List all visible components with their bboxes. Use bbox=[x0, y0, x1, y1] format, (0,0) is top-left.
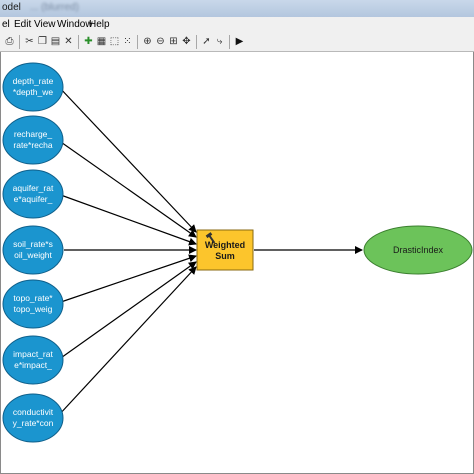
weighted-sum-tool[interactable]: Weighted Sum bbox=[196, 229, 254, 271]
input-label-line1: recharge_ bbox=[14, 129, 53, 139]
connector-arrow[interactable] bbox=[57, 85, 197, 233]
connector-arrow[interactable] bbox=[57, 139, 197, 238]
input-label-line1: topo_rate* bbox=[13, 293, 53, 303]
input-variable-soil[interactable]: soil_rate*s oil_weight bbox=[2, 225, 64, 275]
input-label-line1: soil_rate*s bbox=[13, 239, 53, 249]
tool-label-line1: Weighted bbox=[205, 240, 245, 250]
output-drastic-index[interactable]: DrasticIndex bbox=[363, 225, 473, 275]
connector-arrow[interactable] bbox=[57, 261, 197, 361]
input-variable-aquifer[interactable]: aquifer_rat e*aquifer_ bbox=[2, 169, 64, 219]
input-label-line2: *depth_we bbox=[13, 87, 53, 97]
model-diagram: depth_rate *depth_we recharge_ rate*rech… bbox=[2, 62, 473, 443]
input-variable-impact[interactable]: impact_rat e*impact_ bbox=[2, 335, 64, 385]
output-label: DrasticIndex bbox=[393, 245, 444, 255]
input-variable-conductivity[interactable]: conductivit y_rate*con bbox=[2, 393, 64, 443]
connector-arrow[interactable] bbox=[57, 193, 197, 246]
input-label-line2: topo_weig bbox=[14, 304, 53, 314]
input-variable-recharge[interactable]: recharge_ rate*recha bbox=[2, 115, 64, 165]
input-label-line1: depth_rate bbox=[13, 76, 54, 86]
input-label-line2: y_rate*con bbox=[13, 418, 54, 428]
input-label-line1: conductivit bbox=[13, 407, 54, 417]
input-label-line2: oil_weight bbox=[14, 250, 52, 260]
input-variable-depth[interactable]: depth_rate *depth_we bbox=[2, 62, 64, 112]
input-label-line1: impact_rat bbox=[13, 349, 53, 359]
input-label-line1: aquifer_rat bbox=[13, 183, 54, 193]
connector-arrow[interactable] bbox=[57, 266, 197, 417]
input-label-line2: e*impact_ bbox=[14, 360, 52, 370]
input-label-line2: e*aquifer_ bbox=[14, 194, 53, 204]
connector-arrow[interactable] bbox=[57, 254, 197, 304]
tool-label-line2: Sum bbox=[215, 251, 235, 261]
input-variable-topo[interactable]: topo_rate* topo_weig bbox=[2, 279, 64, 329]
input-label-line2: rate*recha bbox=[13, 140, 52, 150]
